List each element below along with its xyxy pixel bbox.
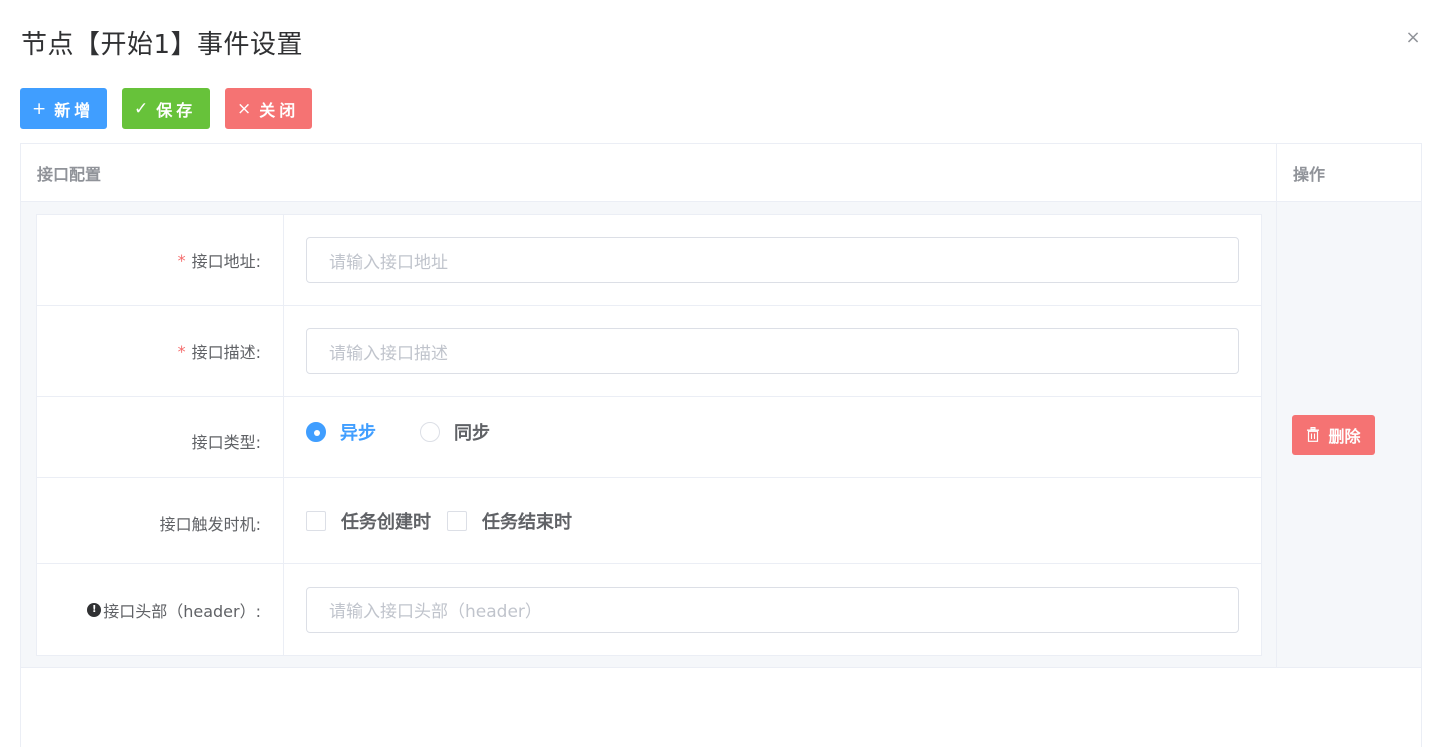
close-icon: × xyxy=(237,98,252,119)
desc-placeholder: 请输入接口描述 xyxy=(329,343,448,364)
add-button-label: 新增 xyxy=(54,100,95,120)
trigger-label-text: 接口触发时机: xyxy=(159,514,261,534)
interface-form: * 接口地址: 请输入接口地址 * 接口描述: 请输入接口描述 接口类型: 异步… xyxy=(36,214,1262,656)
trash-icon xyxy=(1306,427,1320,442)
checkbox-task-ended-label: 任务结束时 xyxy=(482,511,572,533)
radio-sync-label: 同步 xyxy=(454,423,490,444)
event-table: 接口配置 操作 * 接口地址: 请输入接口地址 * 接口描述: 请输入接口描述 … xyxy=(20,143,1422,747)
column-header-operation: 操作 xyxy=(1293,164,1326,184)
header-input[interactable]: 请输入接口头部（header） xyxy=(306,586,1239,633)
plus-icon: + xyxy=(32,98,47,119)
radio-dot-checked xyxy=(306,422,326,442)
trigger-content: 任务创建时 任务结束时 xyxy=(284,478,1261,563)
desc-input[interactable]: 请输入接口描述 xyxy=(306,328,1239,374)
save-button[interactable]: ✓ 保存 xyxy=(122,88,210,129)
type-content: 异步 同步 xyxy=(284,397,1261,477)
save-button-label: 保存 xyxy=(156,100,197,120)
radio-async-label: 异步 xyxy=(340,423,376,444)
checkbox-task-ended[interactable]: 任务结束时 xyxy=(447,508,572,534)
header-label-text: 接口头部（header）: xyxy=(103,601,261,621)
desc-label: * 接口描述: xyxy=(37,306,284,396)
info-icon[interactable]: ! xyxy=(87,602,102,617)
form-row-header: ! 接口头部（header）: 请输入接口头部（header） xyxy=(37,564,1261,655)
url-input[interactable]: 请输入接口地址 xyxy=(306,237,1239,283)
url-placeholder: 请输入接口地址 xyxy=(329,252,448,273)
url-label: * 接口地址: xyxy=(37,215,284,305)
table-row: * 接口地址: 请输入接口地址 * 接口描述: 请输入接口描述 接口类型: 异步… xyxy=(21,202,1421,668)
checkbox-box xyxy=(447,510,467,531)
delete-button-label: 删除 xyxy=(1328,426,1361,446)
close-icon[interactable]: × xyxy=(1405,29,1421,47)
close-button[interactable]: × 关闭 xyxy=(225,88,312,129)
url-label-text: 接口地址: xyxy=(191,252,261,271)
table-header: 接口配置 操作 xyxy=(21,144,1421,202)
checkbox-box xyxy=(306,510,326,531)
desc-content: 请输入接口描述 xyxy=(284,306,1261,396)
config-cell: * 接口地址: 请输入接口地址 * 接口描述: 请输入接口描述 接口类型: 异步… xyxy=(21,202,1277,667)
dialog-title: 节点【开始1】事件设置 xyxy=(21,30,304,60)
radio-async[interactable]: 异步 xyxy=(306,419,376,445)
type-label-text: 接口类型: xyxy=(191,433,261,452)
operation-cell: 删除 xyxy=(1277,202,1421,667)
form-row-trigger: 接口触发时机: 任务创建时 任务结束时 xyxy=(37,478,1261,564)
type-label: 接口类型: xyxy=(37,397,284,477)
header-content: 请输入接口头部（header） xyxy=(284,564,1261,655)
checkbox-task-created[interactable]: 任务创建时 xyxy=(306,508,431,534)
trigger-label: 接口触发时机: xyxy=(37,478,284,563)
url-content: 请输入接口地址 xyxy=(284,215,1261,305)
form-row-type: 接口类型: 异步 同步 xyxy=(37,397,1261,478)
type-radio-group: 异步 同步 xyxy=(306,419,534,445)
toolbar: + 新增 ✓ 保存 × 关闭 xyxy=(20,88,312,129)
trigger-checkbox-group: 任务创建时 任务结束时 xyxy=(306,508,588,534)
form-row-desc: * 接口描述: 请输入接口描述 xyxy=(37,306,1261,397)
form-row-url: * 接口地址: 请输入接口地址 xyxy=(37,215,1261,306)
desc-label-text: 接口描述: xyxy=(191,343,261,362)
column-header-config: 接口配置 xyxy=(21,144,1277,201)
header-placeholder: 请输入接口头部（header） xyxy=(329,602,542,622)
checkbox-task-created-label: 任务创建时 xyxy=(341,511,431,533)
delete-button[interactable]: 删除 xyxy=(1292,414,1375,455)
close-button-label: 关闭 xyxy=(259,100,300,120)
radio-sync[interactable]: 同步 xyxy=(420,419,490,445)
add-button[interactable]: + 新增 xyxy=(20,88,107,129)
header-label: ! 接口头部（header）: xyxy=(37,564,284,655)
check-icon: ✓ xyxy=(134,98,149,119)
required-mark: * xyxy=(177,341,186,361)
required-mark: * xyxy=(177,250,186,270)
radio-dot xyxy=(420,422,440,442)
